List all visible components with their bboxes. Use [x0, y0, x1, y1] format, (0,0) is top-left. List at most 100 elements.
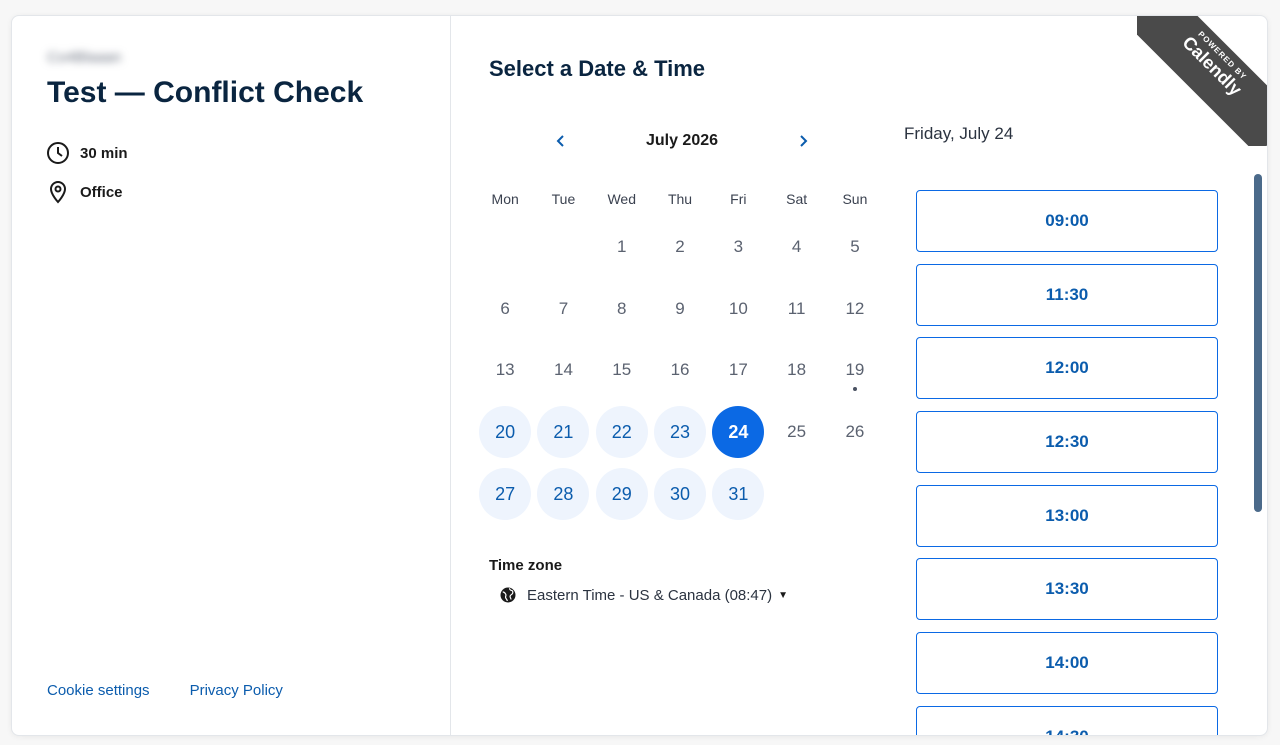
calendar-day: 12: [826, 278, 884, 340]
calendar-day: 8: [593, 278, 651, 340]
day-number: 6: [500, 298, 510, 318]
calendar-day[interactable]: 30: [651, 463, 709, 525]
timezone-select[interactable]: Eastern Time - US & Canada (08:47) ▼: [499, 586, 788, 604]
calendar-day: [476, 216, 534, 278]
time-slot-button[interactable]: 13:00: [916, 484, 1218, 547]
event-title: Test — Conflict Check: [47, 76, 364, 109]
calendar-day: 10: [709, 278, 767, 340]
time-slot-button[interactable]: 12:30: [916, 411, 1218, 474]
day-number: 26: [845, 422, 865, 442]
day-number: 5: [850, 236, 860, 256]
weekday-label: Thu: [667, 191, 693, 207]
day-number: 14: [553, 360, 573, 380]
time-slot-button[interactable]: 09:00: [916, 190, 1218, 252]
calendar-day: [534, 216, 592, 278]
calendar-day: 2: [651, 216, 709, 278]
calendar-day: 26: [826, 401, 884, 463]
day-number: 15: [612, 360, 632, 380]
time-slot-button[interactable]: 14:00: [916, 632, 1218, 695]
organizer-name: Co4Blaaan: [47, 49, 122, 66]
weekday-header: Mon Tue Wed Thu Fri Sat Sun: [476, 191, 884, 207]
available-day-button[interactable]: 31: [712, 468, 765, 521]
calendar-day: 7: [534, 278, 592, 340]
booking-card: Co4Blaaan Test — Conflict Check 30 min O…: [11, 15, 1268, 736]
calendar-day: 5: [826, 216, 884, 278]
calendar-day[interactable]: 31: [709, 463, 767, 525]
today-indicator: [852, 386, 857, 391]
next-month-button[interactable]: [789, 127, 817, 155]
day-number: 3: [733, 236, 744, 256]
time-slot-list: 09:00 11:30 12:00 12:30 13:00 13:30 14:00 14:30: [916, 190, 1218, 735]
footer-links: Cookie settings Privacy Policy: [47, 682, 283, 699]
calendar-day: 9: [651, 278, 709, 340]
scrollbar[interactable]: [1254, 174, 1262, 512]
chevron-right-icon: [800, 135, 808, 147]
month-label: July 2026: [645, 132, 719, 149]
timezone-label: Time zone: [489, 557, 563, 574]
day-number: 18: [787, 360, 807, 380]
calendar-day: 17: [709, 340, 767, 402]
day-number: 19: [845, 360, 865, 380]
event-details-panel: Co4Blaaan Test — Conflict Check 30 min O…: [12, 16, 451, 735]
clock-icon: [47, 142, 69, 164]
event-duration: 30 min: [46, 141, 128, 165]
available-day-button[interactable]: 21: [537, 406, 590, 459]
timezone-value: Eastern Time - US & Canada (08:47): [527, 586, 773, 604]
calendar-day: 13: [476, 340, 534, 402]
calendar-day[interactable]: 28: [534, 463, 592, 525]
weekday-label: Mon: [491, 191, 519, 207]
day-number: 17: [728, 360, 748, 380]
calendar-day: 11: [767, 278, 825, 340]
available-day-button[interactable]: 22: [595, 406, 648, 459]
calendar-day[interactable]: 29: [593, 463, 651, 525]
weekday-label: Sun: [842, 191, 868, 207]
time-slot-button[interactable]: 12:00: [916, 337, 1218, 400]
calendly-badge[interactable]: POWERED BY Calendly: [1137, 16, 1267, 146]
day-number: 25: [787, 422, 807, 442]
weekday-label: Fri: [730, 191, 747, 207]
calendar-day[interactable]: 27: [476, 463, 534, 525]
previous-month-button[interactable]: [547, 127, 575, 155]
calendar-day: 1: [593, 216, 651, 278]
day-number: 8: [617, 298, 627, 318]
calendar-day: 14: [534, 340, 592, 402]
caret-down-icon: ▼: [778, 589, 789, 601]
calendar-day: 3: [709, 216, 767, 278]
calendar-day[interactable]: 23: [651, 401, 709, 463]
time-slot-button[interactable]: 13:30: [916, 558, 1218, 621]
day-number: 11: [787, 298, 806, 318]
calendar-day: 6: [476, 278, 534, 340]
available-day-button[interactable]: 20: [479, 406, 532, 459]
day-number: 10: [728, 298, 748, 318]
weekday-label: Wed: [607, 191, 637, 207]
chevron-left-icon: [556, 135, 564, 147]
day-number: 2: [675, 236, 685, 256]
time-slot-button[interactable]: 14:30: [916, 705, 1218, 735]
available-day-button[interactable]: 23: [654, 406, 707, 459]
globe-icon: [500, 587, 516, 603]
privacy-policy-link[interactable]: Privacy Policy: [190, 682, 283, 699]
calendar-day: 15: [593, 340, 651, 402]
calendar-grid: 1 2 3 4 5 6 7 8 9 10 11 12 13 14 15 16 17 18 19 20 21 22 23 24 2…: [476, 216, 884, 525]
calendar-day[interactable]: 24: [709, 401, 767, 463]
selected-day-button[interactable]: 24: [712, 406, 765, 459]
location-label: Office: [80, 183, 123, 201]
selected-date-label: Friday, July 24: [904, 124, 1014, 143]
month-navigation: July 2026: [547, 126, 817, 156]
cookie-settings-link[interactable]: Cookie settings: [47, 682, 150, 699]
day-number: 4: [791, 236, 802, 256]
time-slot-button[interactable]: 11:30: [916, 263, 1218, 326]
calendar-day: 18: [767, 340, 825, 402]
calendar-day: 16: [651, 340, 709, 402]
calendar-day[interactable]: 21: [534, 401, 592, 463]
available-day-button[interactable]: 28: [537, 468, 590, 521]
day-number: 13: [495, 360, 515, 380]
day-number: 7: [558, 298, 569, 318]
calendar-day[interactable]: 20: [476, 401, 534, 463]
available-day-button[interactable]: 30: [654, 468, 707, 521]
available-day-button[interactable]: 29: [595, 468, 648, 521]
calendar-day: 4: [767, 216, 825, 278]
calendly-ribbon[interactable]: POWERED BY Calendly: [1137, 16, 1267, 146]
available-day-button[interactable]: 27: [479, 468, 532, 521]
calendar-day[interactable]: 22: [593, 401, 651, 463]
